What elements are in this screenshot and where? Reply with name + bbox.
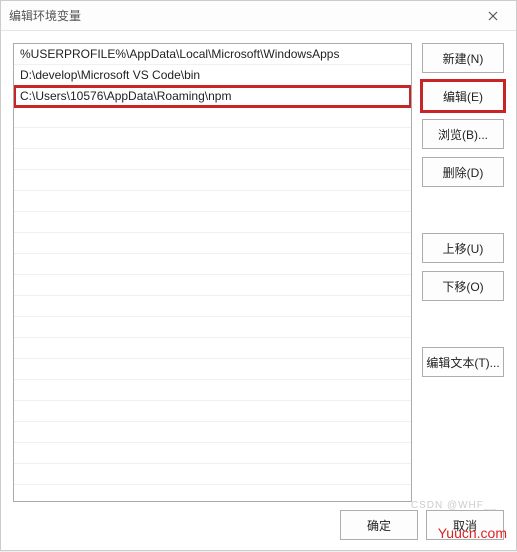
ok-button[interactable]: 确定 — [340, 510, 418, 540]
path-listbox[interactable]: %USERPROFILE%\AppData\Local\Microsoft\Wi… — [13, 43, 412, 502]
movedown-button[interactable]: 下移(O) — [422, 271, 504, 301]
dialog-title: 编辑环境变量 — [9, 7, 478, 24]
list-item[interactable]: %USERPROFILE%\AppData\Local\Microsoft\Wi… — [14, 44, 411, 65]
env-var-edit-dialog: 编辑环境变量 %USERPROFILE%\AppData\Local\Micro… — [0, 0, 517, 551]
titlebar: 编辑环境变量 — [1, 1, 516, 31]
moveup-button[interactable]: 上移(U) — [422, 233, 504, 263]
empty-grid — [14, 107, 411, 501]
spacer — [422, 309, 504, 339]
delete-button[interactable]: 删除(D) — [422, 157, 504, 187]
side-button-panel: 新建(N) 编辑(E) 浏览(B)... 删除(D) 上移(U) 下移(O) 编… — [422, 43, 504, 502]
list-item[interactable]: C:\Users\10576\AppData\Roaming\npm — [14, 86, 411, 107]
spacer — [422, 195, 504, 225]
dialog-body: %USERPROFILE%\AppData\Local\Microsoft\Wi… — [1, 31, 516, 502]
close-button[interactable] — [478, 1, 508, 31]
list-item[interactable]: D:\develop\Microsoft VS Code\bin — [14, 65, 411, 86]
new-button[interactable]: 新建(N) — [422, 43, 504, 73]
edit-button[interactable]: 编辑(E) — [422, 81, 504, 111]
browse-button[interactable]: 浏览(B)... — [422, 119, 504, 149]
close-icon — [488, 11, 498, 21]
watermark-site: Yuucn.com — [438, 525, 507, 541]
edittext-button[interactable]: 编辑文本(T)... — [422, 347, 504, 377]
watermark-csdn: CSDN @WHF__ — [411, 500, 497, 511]
